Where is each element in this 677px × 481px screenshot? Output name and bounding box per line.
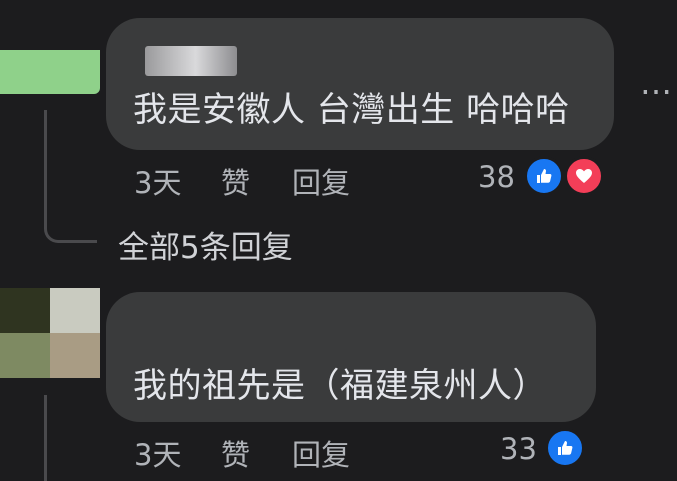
thumbs-up-icon bbox=[558, 441, 573, 455]
view-all-replies-link[interactable]: 全部5条回复 bbox=[118, 222, 293, 267]
reply-button[interactable]: 回复 bbox=[292, 160, 350, 202]
heart-icon bbox=[576, 169, 592, 183]
avatar-pixel bbox=[50, 333, 100, 378]
more-options-icon[interactable]: … bbox=[640, 64, 674, 102]
comment-text: 我的祖先是（福建泉州人） bbox=[133, 366, 547, 406]
love-icon[interactable] bbox=[564, 156, 604, 196]
avatar-pixel bbox=[0, 333, 50, 378]
comment-text: 我是安徽人 台灣出生 哈哈哈 bbox=[133, 90, 570, 130]
commenter-name-redacted[interactable] bbox=[145, 46, 237, 76]
like-button[interactable]: 赞 bbox=[221, 432, 250, 474]
avatar[interactable] bbox=[0, 288, 100, 378]
thread-connector bbox=[44, 110, 97, 243]
reply-button[interactable]: 回复 bbox=[292, 432, 350, 474]
like-button[interactable]: 赞 bbox=[221, 160, 250, 202]
reaction-count[interactable]: 38 bbox=[478, 160, 515, 194]
comment-timestamp[interactable]: 3天 bbox=[134, 160, 181, 202]
avatar[interactable] bbox=[0, 50, 100, 94]
like-icon[interactable] bbox=[545, 428, 585, 468]
comment-timestamp[interactable]: 3天 bbox=[134, 432, 181, 474]
like-icon[interactable] bbox=[524, 156, 564, 196]
avatar-pixel bbox=[50, 288, 100, 333]
avatar-pixel bbox=[0, 288, 50, 333]
reaction-count[interactable]: 33 bbox=[500, 432, 537, 466]
comment-thread: 我是安徽人 台灣出生 哈哈哈 … 3天 赞 回复 38 全部5条回复 我的祖先是… bbox=[0, 0, 677, 481]
thread-connector bbox=[44, 395, 47, 481]
thumbs-up-icon bbox=[537, 169, 552, 183]
